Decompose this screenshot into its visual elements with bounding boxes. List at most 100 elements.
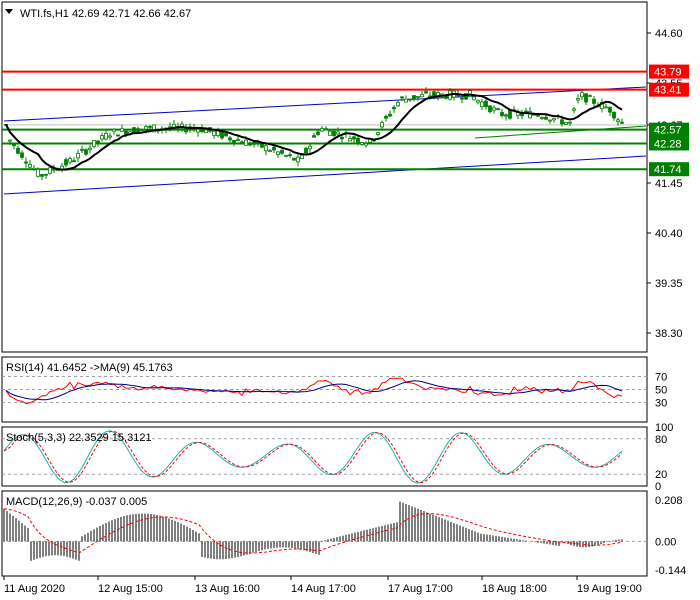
macd-tick-label: 0.00 [655, 536, 676, 548]
level-tag-text-43.41: 43.41 [654, 85, 682, 97]
candle-body [92, 140, 96, 147]
candle-body [588, 95, 592, 97]
trading-chart[interactable]: 44.6043.5542.6741.4540.4039.3538.30 43.7… [0, 0, 700, 600]
candle-body [236, 139, 240, 141]
stoch-tick-label: 80 [655, 434, 667, 446]
candle-body [508, 109, 512, 119]
candle-body [76, 153, 80, 159]
candle-body [352, 136, 356, 140]
chart-header: WTI.fs,H1 42.69 42.71 42.66 42.67 [20, 8, 191, 20]
candle-body [488, 105, 492, 113]
candle-body [380, 122, 384, 128]
candle-body [388, 113, 392, 117]
rsi-tick-label: 30 [655, 398, 667, 410]
candle-body [360, 142, 364, 145]
level-tag-text-43.79: 43.79 [654, 67, 682, 79]
candle-body [524, 110, 528, 113]
candle-body [284, 154, 288, 157]
candle-body [244, 139, 248, 146]
candle-body [264, 145, 268, 152]
candle-body [300, 154, 304, 160]
candle-body [48, 167, 52, 174]
x-tick-label: 18 Aug 18:00 [482, 583, 547, 595]
candle-body [88, 147, 92, 151]
candle-body [112, 128, 116, 132]
candle-body [612, 111, 616, 119]
rsi-header: RSI(14) 41.6452 ->MA(9) 45.1763 [6, 362, 173, 374]
candle-body [276, 151, 280, 155]
candle-body [108, 135, 112, 138]
candle-body [96, 140, 100, 143]
rsi-y-axis: 705030 [655, 372, 667, 410]
candle-body [400, 96, 404, 99]
candle-body [72, 160, 76, 163]
macd-tick-label: 0.208 [655, 495, 683, 507]
candle-body [392, 106, 396, 110]
level-tag-text-42.28: 42.28 [654, 138, 682, 150]
candle-body [548, 119, 552, 122]
candle-body [288, 154, 292, 157]
candle-body [272, 146, 276, 151]
candle-body [280, 149, 284, 154]
candle-body [64, 159, 68, 166]
candle-body [144, 126, 148, 130]
candle-body [252, 141, 256, 145]
candle-body [204, 129, 208, 134]
candle-body [260, 143, 264, 148]
candle-body [220, 131, 224, 139]
candle-body [104, 132, 108, 140]
candle-body [120, 128, 124, 132]
rsi-tick-label: 50 [655, 385, 667, 397]
candle-body [196, 128, 200, 133]
candle-body [580, 92, 584, 98]
candle-body [384, 115, 388, 119]
y-tick-label: 38.30 [655, 328, 683, 340]
candle-body [308, 145, 312, 150]
candle-body [24, 161, 28, 164]
x-tick-label: 14 Aug 17:00 [291, 583, 356, 595]
candle-body [504, 114, 508, 117]
rsi-tick-label: 70 [655, 372, 667, 384]
candle-body [232, 139, 236, 144]
macd-header: MACD(12,26,9) -0.037 0.005 [6, 496, 147, 508]
candle-body [320, 128, 324, 132]
y-tick-label: 41.45 [655, 178, 683, 190]
candle-body [592, 98, 596, 104]
x-tick-label: 11 Aug 2020 [4, 583, 65, 595]
candle-body [316, 131, 320, 135]
candle-body [28, 164, 32, 168]
candle-body [544, 116, 548, 120]
candle-body [604, 106, 608, 109]
candle-body [356, 137, 360, 143]
candle-body [12, 143, 16, 147]
candle-body [484, 100, 488, 108]
candle-body [312, 135, 316, 138]
candle-body [44, 173, 48, 176]
candle-body [328, 130, 332, 136]
candle-body [348, 138, 352, 142]
candle-body [560, 119, 564, 125]
candle-body [460, 97, 464, 100]
candle-body [296, 156, 300, 163]
stoch-tick-label: 0 [655, 481, 661, 493]
candle-body [620, 121, 624, 124]
candle-body [304, 147, 308, 154]
candle-body [396, 102, 400, 107]
candle-body [8, 139, 12, 142]
stoch-tick-label: 20 [655, 469, 667, 481]
candle-body [228, 137, 232, 141]
candle-body [364, 143, 368, 146]
candle-body [476, 99, 480, 103]
candle-body [292, 157, 296, 161]
candle-body [324, 128, 328, 130]
candle-body [480, 101, 484, 107]
candle-body [568, 121, 572, 124]
candle-body [80, 148, 84, 151]
candle-body [416, 95, 420, 98]
candle-body [572, 108, 576, 111]
candle-body [408, 98, 412, 101]
main-pane[interactable] [1, 1, 648, 353]
candle-body [608, 106, 612, 113]
candle-body [576, 98, 580, 101]
candle-body [40, 174, 44, 177]
